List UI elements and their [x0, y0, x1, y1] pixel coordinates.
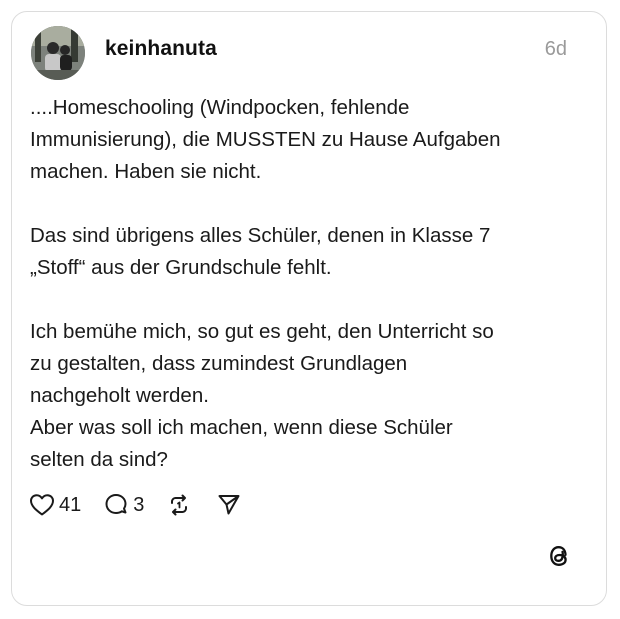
text-line: Immunisierung), die MUSSTEN zu Hause Auf… [30, 128, 501, 151]
text-line: ....Homeschooling (Windpocken, fehlende [30, 96, 410, 119]
like-count: 41 [59, 493, 82, 516]
comment-icon [105, 494, 127, 514]
text-line: Das sind übrigens alles Schüler, denen i… [30, 224, 491, 247]
paragraph: Ich bemühe mich, so gut es geht, den Unt… [30, 316, 570, 476]
like-button[interactable]: 41 [29, 493, 81, 517]
paragraph: Das sind übrigens alles Schüler, denen i… [30, 220, 570, 284]
threads-logo-icon[interactable] [546, 542, 572, 570]
text-line: machen. Haben sie nicht. [30, 160, 262, 183]
reply-count: 3 [133, 493, 145, 516]
timestamp: 6d [544, 38, 567, 60]
share-button[interactable] [216, 492, 242, 518]
repost-icon [171, 494, 188, 516]
text-line: nachgeholt werden. [30, 384, 209, 407]
post-body: ....Homeschooling (Windpocken, fehlende … [30, 92, 570, 476]
text-line: selten da sind? [30, 448, 168, 471]
heart-icon [30, 494, 54, 516]
repost-button[interactable] [166, 492, 192, 518]
send-icon [218, 495, 240, 515]
action-bar: 41 3 [29, 490, 242, 520]
paragraph: ....Homeschooling (Windpocken, fehlende … [30, 92, 570, 188]
username[interactable]: keinhanuta [105, 37, 217, 61]
avatar-image [31, 26, 85, 80]
text-line: „Stoff“ aus der Grundschule fehlt. [30, 256, 332, 279]
text-line: zu gestalten, dass zumindest Grundlagen [30, 352, 408, 375]
avatar[interactable] [31, 26, 85, 80]
text-line: Aber was soll ich machen, wenn diese Sch… [30, 416, 453, 439]
reply-button[interactable]: 3 [103, 492, 144, 518]
text-line: Ich bemühe mich, so gut es geht, den Unt… [30, 320, 494, 343]
